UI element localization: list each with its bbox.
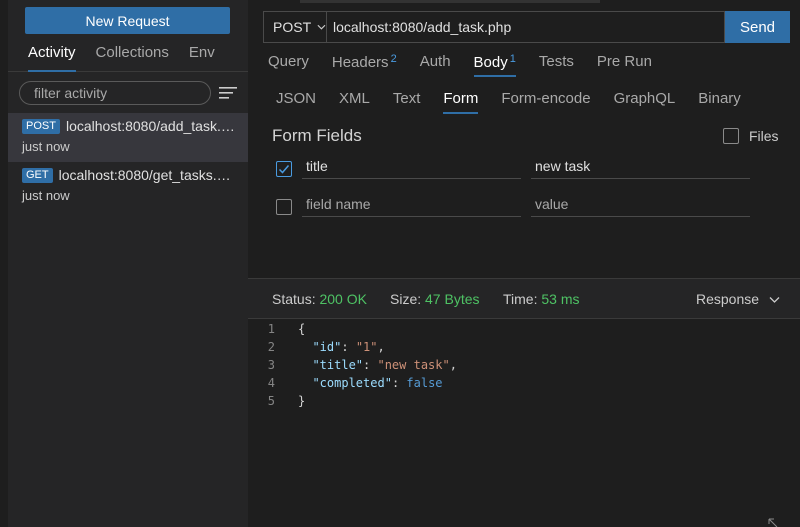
body-tab-text[interactable]: Text — [393, 90, 421, 114]
url-input[interactable] — [327, 11, 725, 43]
tab-tests[interactable]: Tests — [539, 53, 574, 77]
tab-env[interactable]: Env — [189, 44, 215, 71]
history-time: just now — [22, 188, 70, 203]
form-field-row — [276, 153, 751, 183]
chevron-down-icon — [317, 24, 326, 30]
code-line: 4 "completed": false — [248, 374, 800, 392]
field-enabled-checkbox[interactable] — [276, 161, 292, 177]
status-label: Status: — [272, 291, 316, 307]
size-readout: Size: 47 Bytes — [390, 291, 480, 307]
size-value: 47 Bytes — [425, 291, 480, 307]
method-value: POST — [273, 19, 312, 35]
resize-grip-icon[interactable] — [768, 518, 778, 527]
body-tab-form[interactable]: Form — [443, 90, 479, 114]
tab-label: Headers — [331, 54, 389, 71]
field-value-input[interactable] — [531, 153, 750, 179]
line-number: 2 — [267, 340, 275, 354]
json-value: false — [406, 376, 443, 390]
tab-query[interactable]: Query — [268, 53, 309, 77]
line-number: 1 — [267, 322, 275, 336]
json-comma: , — [377, 340, 385, 354]
time-label: Time: — [503, 291, 538, 307]
sidebar-tabs: Activity Collections Env — [8, 44, 248, 72]
json-comma: , — [449, 358, 457, 372]
response-view-select[interactable]: Response — [696, 291, 780, 307]
tab-label: Body — [473, 54, 508, 71]
response-view-label: Response — [696, 291, 760, 307]
time-value: 53 ms — [541, 291, 580, 307]
new-request-button[interactable]: New Request — [25, 7, 230, 34]
code-line: 3 "title": "new task", — [248, 356, 800, 374]
body-tab-form-encode[interactable]: Form-encode — [501, 90, 590, 114]
tab-label: Pre Run — [596, 53, 652, 70]
code-text: { — [298, 322, 306, 336]
method-select[interactable]: POST — [263, 11, 327, 43]
field-value-input[interactable] — [531, 191, 750, 217]
status-readout: Status: 200 OK — [272, 291, 367, 307]
code-text: "completed": false — [312, 376, 443, 390]
form-field-row — [276, 191, 751, 221]
json-key: "id" — [312, 340, 342, 354]
json-key: "title" — [312, 358, 364, 372]
line-number: 3 — [267, 358, 275, 372]
response-body: 1 { 2 "id": "1", 3 "title": "new task", … — [248, 320, 800, 410]
line-number: 4 — [267, 376, 275, 390]
activity-list: POST localhost:8080/add_task.php just no… — [8, 113, 248, 211]
history-time: just now — [22, 139, 70, 154]
field-enabled-checkbox[interactable] — [276, 199, 292, 215]
chevron-down-icon — [769, 296, 780, 303]
filter-menu-icon[interactable] — [219, 86, 237, 100]
code-text: "title": "new task", — [312, 358, 457, 372]
json-value: "new task" — [377, 358, 450, 372]
body-tab-graphql[interactable]: GraphQL — [614, 90, 676, 114]
response-status-bar: Status: 200 OK Size: 47 Bytes Time: 53 m… — [248, 279, 800, 319]
field-name-input[interactable] — [302, 153, 521, 179]
json-key: "completed" — [312, 376, 392, 390]
request-tabs: Query Headers 2 Auth Body 1 Tests Pre Run — [268, 53, 675, 77]
sidebar: New Request Activity Collections Env POS… — [0, 0, 248, 527]
field-name-input[interactable] — [302, 191, 521, 217]
size-label: Size: — [390, 291, 422, 307]
sidebar-edge — [0, 0, 8, 527]
tab-headers[interactable]: Headers 2 — [332, 53, 397, 77]
method-badge: POST — [22, 118, 60, 134]
line-number: 5 — [267, 394, 275, 408]
code-line: 5 } — [248, 392, 800, 410]
tab-pre-run[interactable]: Pre Run — [597, 53, 652, 77]
tab-count-badge: 2 — [390, 53, 397, 65]
tab-count-badge: 1 — [509, 53, 516, 65]
history-url: localhost:8080/add_task.php — [65, 118, 241, 134]
body-tab-xml[interactable]: XML — [339, 90, 370, 114]
tab-activity[interactable]: Activity — [28, 44, 76, 72]
tab-label: Auth — [419, 53, 451, 70]
status-value: 200 OK — [319, 291, 367, 307]
time-readout: Time: 53 ms — [503, 291, 580, 307]
files-label: Files — [749, 128, 779, 144]
send-button[interactable]: Send — [725, 11, 790, 43]
code-line: 2 "id": "1", — [248, 338, 800, 356]
code-line: 1 { — [248, 320, 800, 338]
body-tab-json[interactable]: JSON — [276, 90, 316, 114]
code-text: "id": "1", — [312, 340, 385, 354]
files-checkbox[interactable] — [723, 128, 739, 144]
method-badge: GET — [22, 167, 53, 183]
tab-label: Tests — [538, 53, 574, 70]
history-item-add-task[interactable]: POST localhost:8080/add_task.php just no… — [8, 113, 248, 162]
tab-label: Query — [268, 53, 309, 70]
scroll-indicator — [300, 0, 600, 3]
body-tab-binary[interactable]: Binary — [698, 90, 741, 114]
history-url: localhost:8080/get_tasks.php — [58, 167, 234, 183]
form-fields-title: Form Fields — [272, 126, 362, 145]
code-text: } — [298, 394, 306, 408]
body-type-tabs: JSON XML Text Form Form-encode GraphQL B… — [276, 90, 764, 114]
filter-activity-input[interactable] — [19, 81, 211, 105]
request-panel: POST Send Query Headers2 Auth Body1 Test… — [248, 0, 800, 527]
history-item-get-tasks[interactable]: GET localhost:8080/get_tasks.php just no… — [8, 162, 248, 211]
checkmark-icon — [278, 165, 290, 174]
tab-body[interactable]: Body 1 — [473, 53, 517, 77]
tab-auth[interactable]: Auth — [420, 53, 451, 77]
json-value: "1" — [355, 340, 378, 354]
tab-collections[interactable]: Collections — [96, 44, 169, 71]
url-bar: POST Send — [263, 11, 790, 43]
